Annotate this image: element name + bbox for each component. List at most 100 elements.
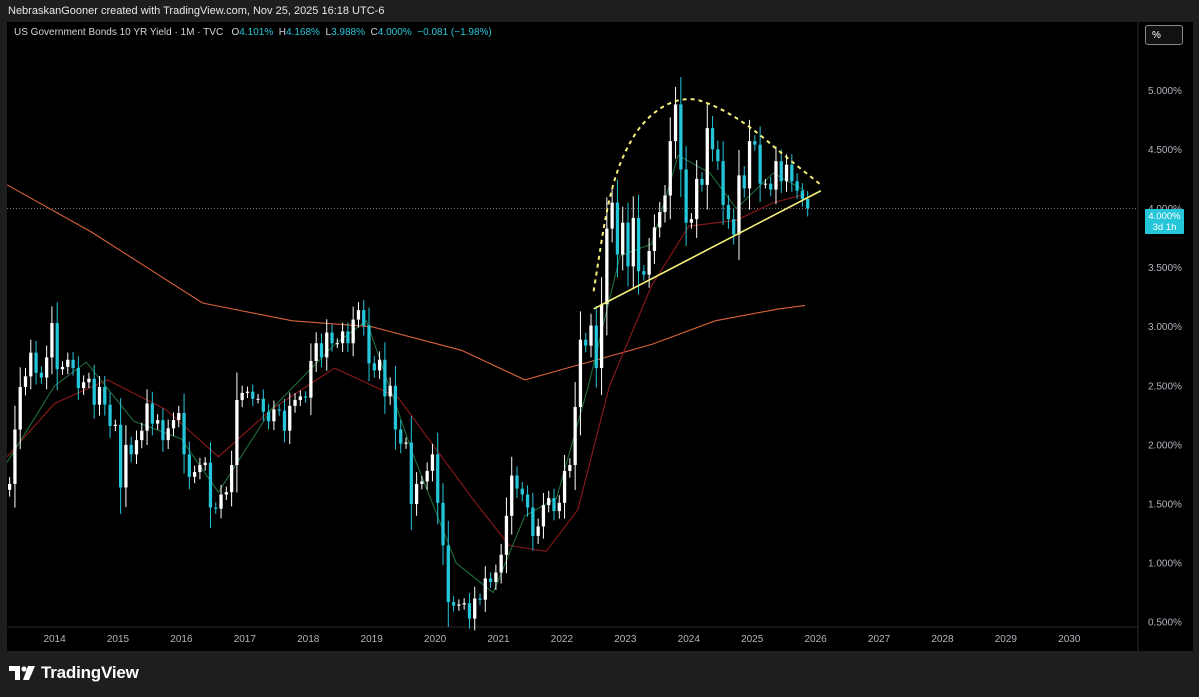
candle-body (584, 339, 588, 346)
y-tick-label: 2.000% (1148, 440, 1182, 451)
candle-body (351, 319, 355, 344)
candle-body (192, 472, 197, 477)
candle-body (103, 386, 107, 405)
x-tick-label: 2026 (804, 634, 827, 645)
candle-body (171, 420, 176, 429)
candle-body (425, 470, 429, 482)
candle-body (272, 409, 276, 422)
legend-close: 4.000% (377, 27, 412, 38)
candle-body (261, 398, 265, 412)
candle-body (145, 403, 149, 431)
candle-body (140, 430, 144, 441)
x-tick-label: 2024 (678, 634, 701, 645)
candle-body (430, 454, 435, 471)
candle-body (658, 212, 662, 228)
candle-body (118, 424, 123, 488)
chart-credit-bar: NebraskanGooner created with TradingView… (0, 0, 1199, 22)
x-tick-label: 2018 (297, 634, 320, 645)
candle-body (240, 392, 244, 400)
candle-body (335, 343, 339, 345)
candle-body (488, 578, 493, 582)
candle-body (383, 359, 387, 397)
y-tick-label: 4.500% (1148, 145, 1182, 156)
x-tick-label: 2027 (868, 634, 891, 645)
candle-body (129, 444, 133, 455)
candle-body (589, 325, 593, 346)
candle-body (510, 475, 514, 516)
candle-body (277, 409, 281, 411)
candle-body (372, 363, 376, 371)
legend-close-label: C (370, 27, 378, 38)
candle-body (356, 310, 361, 320)
chart-pane[interactable]: 0.500% 1.000% 1.500% 2.000% 2.500% 3.000% 3.50… (7, 22, 1193, 651)
candle-body (71, 359, 75, 369)
candle-body (203, 462, 207, 465)
candle-body (462, 603, 466, 605)
percent-scale-button[interactable]: % (1145, 25, 1183, 45)
candle-body (647, 251, 651, 275)
last-price-badge: 4.000% 3d 1h (1145, 209, 1184, 234)
candle-body (399, 429, 403, 444)
candle-body (626, 222, 630, 267)
candle-body (214, 507, 218, 509)
candle-body (314, 343, 318, 361)
x-tick-label: 2016 (170, 634, 193, 645)
candle-body (689, 219, 694, 223)
candle-body (362, 310, 366, 326)
tradingview-logo[interactable]: TradingView (9, 663, 139, 683)
y-tick-label: 0.500% (1148, 618, 1182, 629)
candle-body (298, 396, 302, 400)
candle-body (13, 429, 17, 484)
legend-change: −0.081 (−1.98%) (417, 27, 492, 38)
candle-body (319, 343, 324, 358)
candle-body (182, 412, 186, 455)
candle-body (631, 217, 635, 267)
candle-body (769, 183, 773, 190)
candle-body (774, 161, 778, 190)
price-chart[interactable]: 0.500% 1.000% 1.500% 2.000% 2.500% 3.000% 3.50… (7, 22, 1193, 651)
candle-body (700, 178, 704, 185)
candle-body (642, 271, 646, 275)
x-tick-label: 2029 (995, 634, 1018, 645)
candle-body (478, 598, 482, 600)
candle-body (673, 104, 678, 142)
x-tick-label: 2021 (487, 634, 510, 645)
candle-body (716, 149, 720, 162)
candle-body (8, 483, 12, 490)
candle-body (161, 420, 165, 441)
y-tick-label: 3.500% (1148, 263, 1182, 274)
y-tick-label: 2.500% (1148, 381, 1182, 392)
candle-body (29, 352, 33, 377)
candle-body (446, 545, 450, 603)
candle-body (113, 424, 117, 426)
legend-high-label: H (278, 27, 287, 38)
x-tick-label: 2028 (931, 634, 954, 645)
candle-body (55, 323, 59, 370)
candle-body (599, 304, 604, 369)
candle-body (404, 442, 408, 444)
candle-body (108, 404, 112, 426)
x-tick-label: 2017 (234, 634, 257, 645)
candle-body (76, 368, 80, 389)
candle-body (340, 331, 345, 344)
x-tick-label: 2023 (614, 634, 637, 645)
legend-high: 4.168% (286, 27, 320, 38)
candle-body (23, 376, 28, 387)
candle-body (547, 498, 551, 506)
candle-body (187, 454, 191, 477)
candle-body (219, 494, 223, 509)
candle-body (81, 382, 86, 389)
candle-body (229, 464, 234, 493)
candle-body (282, 410, 287, 431)
candle-body (50, 323, 54, 358)
candle-body (758, 144, 762, 184)
candle-body (325, 332, 329, 358)
candle-body (97, 386, 102, 405)
candle-body (721, 161, 725, 205)
candle-body (621, 222, 625, 255)
candle-body (309, 360, 313, 398)
candle-body (483, 578, 487, 600)
x-tick-label: 2025 (741, 634, 764, 645)
candle-body (806, 199, 810, 209)
candle-body (224, 492, 228, 495)
